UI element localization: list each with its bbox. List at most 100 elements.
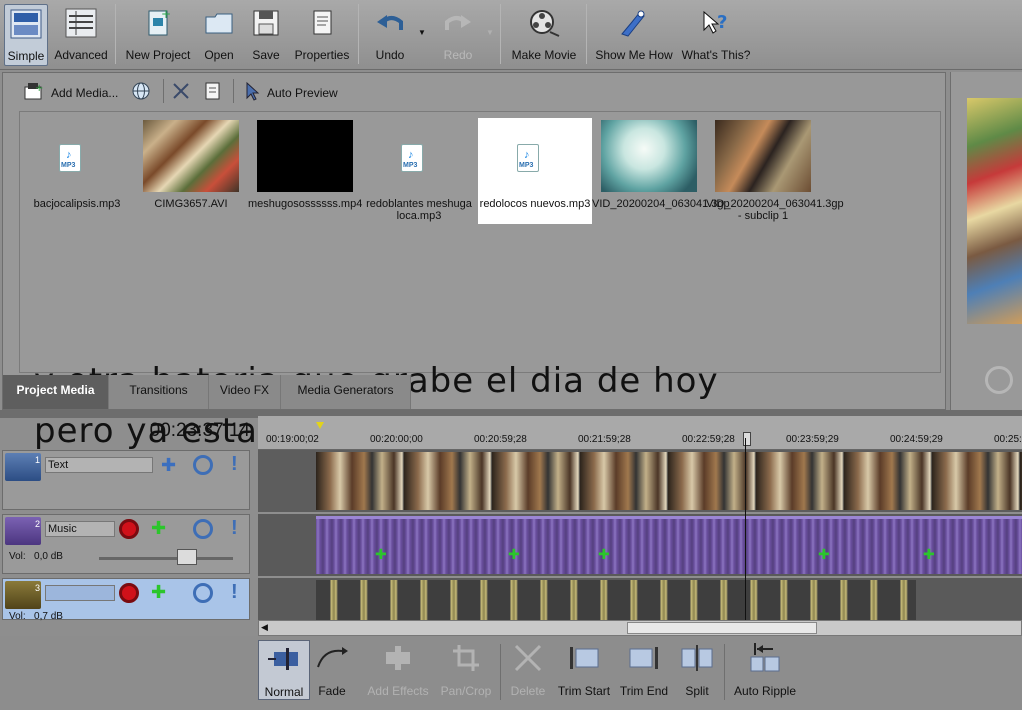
video-track-lane[interactable]: [258, 450, 1022, 512]
normal-mode-button[interactable]: Normal: [258, 640, 310, 700]
split-button[interactable]: Split: [676, 640, 718, 700]
media-tabs: Project Media Transitions Video FX Media…: [3, 375, 945, 409]
playhead-line: [745, 438, 746, 620]
mute-icon[interactable]: [193, 583, 213, 603]
trim-end-button[interactable]: Trim End: [618, 640, 670, 700]
media-item[interactable]: ♪ MP3 bacjocalipsis.mp3: [20, 118, 134, 224]
track-name-field[interactable]: [45, 585, 115, 601]
record-icon[interactable]: [119, 583, 139, 603]
media-item[interactable]: ♪ MP3 redoblantes meshuga loca.mp3: [362, 118, 476, 224]
redo-dropdown-chevron-icon[interactable]: ▼: [486, 28, 494, 37]
remove-media-button[interactable]: [171, 81, 191, 104]
music-track-lane[interactable]: ✚ ✚ ✚ ✚ ✚: [258, 514, 1022, 576]
mute-icon[interactable]: [193, 519, 213, 539]
scrollbar-thumb[interactable]: [627, 622, 817, 634]
clip-fx-icon[interactable]: ✚: [923, 546, 935, 563]
clip-fx-icon[interactable]: ✚: [508, 546, 520, 563]
toolbar-divider: [500, 4, 501, 64]
track-name-field[interactable]: Music: [45, 521, 115, 537]
media-item-name: bacjocalipsis.mp3: [33, 198, 121, 210]
media-item-selected[interactable]: ♪ MP3 redolocos nuevos.mp3: [478, 118, 592, 224]
pan-crop-button[interactable]: Pan/Crop: [438, 640, 494, 700]
tab-transitions[interactable]: Transitions: [109, 375, 209, 409]
track-name-field[interactable]: Text: [45, 457, 153, 473]
simple-view-button[interactable]: Simple: [4, 4, 48, 66]
scroll-left-icon[interactable]: ◀: [261, 622, 268, 633]
auto-ripple-button[interactable]: Auto Ripple: [732, 640, 798, 700]
advanced-view-button[interactable]: Advanced: [52, 4, 110, 66]
trim-start-button[interactable]: Trim Start: [556, 640, 612, 700]
make-movie-label: Make Movie: [511, 48, 577, 62]
ruler-tick-label: 00:19:00;02: [266, 434, 319, 445]
new-project-icon: +: [141, 6, 175, 40]
show-me-how-button[interactable]: Show Me How: [594, 4, 674, 66]
track-header-text[interactable]: 1 Text ✚ !: [2, 450, 250, 510]
delete-button[interactable]: Delete: [508, 640, 548, 700]
folder-open-icon: [202, 6, 236, 40]
media-item[interactable]: meshugosossssss.mp4: [248, 118, 362, 224]
undo-button[interactable]: Undo: [370, 4, 410, 66]
clip-fx-icon[interactable]: ✚: [598, 546, 610, 563]
solo-icon[interactable]: !: [231, 453, 238, 476]
tab-project-media[interactable]: Project Media: [3, 375, 109, 409]
track-fx-icon[interactable]: ✚: [151, 518, 166, 539]
media-item[interactable]: VID_20200204_063041.3gp: [592, 118, 730, 224]
add-media-button[interactable]: + Add Media...: [23, 81, 118, 104]
video-clip-strip[interactable]: [316, 452, 1022, 510]
track-header-3[interactable]: 3 ✚ ! Vol: 0,7 dB: [2, 578, 250, 622]
new-project-button[interactable]: + New Project: [124, 4, 192, 66]
tab-media-generators[interactable]: Media Generators: [281, 375, 411, 409]
new-project-label: New Project: [125, 48, 191, 62]
mp3-file-icon: ♪ MP3: [59, 144, 81, 172]
media-item[interactable]: VID_20200204_063041.3gp - subclip 1: [706, 118, 844, 224]
timeline-horizontal-scrollbar[interactable]: ◀: [258, 620, 1022, 636]
track-fx-icon[interactable]: ✚: [151, 582, 166, 603]
track-header-music[interactable]: 2 Music ✚ ! Vol: 0,0 dB: [2, 514, 250, 574]
whats-this-button[interactable]: ? What's This?: [682, 4, 750, 66]
media-bin[interactable]: ♪ MP3 bacjocalipsis.mp3 CIMG3657.AVI mesh…: [19, 111, 941, 451]
trim-start-icon: [564, 640, 604, 676]
fade-button[interactable]: Fade: [314, 640, 350, 700]
audio-clip-waveform[interactable]: [316, 580, 916, 620]
add-effects-icon: [378, 640, 418, 676]
save-label: Save: [252, 48, 280, 62]
tab-video-fx[interactable]: Video FX: [209, 375, 281, 409]
redo-button[interactable]: Redo: [438, 4, 478, 66]
solo-icon[interactable]: !: [231, 517, 238, 540]
whats-this-label: What's This?: [681, 48, 751, 62]
floppy-disk-icon: [249, 6, 283, 40]
track-motion-icon[interactable]: ✚: [161, 455, 176, 476]
volume-slider[interactable]: [99, 557, 233, 560]
timeline-ruler[interactable]: 00:19:00;02 00:20:00;00 00:20:59;28 00:2…: [258, 416, 1022, 450]
make-movie-button[interactable]: Make Movie: [508, 4, 580, 66]
volume-slider-thumb[interactable]: [177, 549, 197, 565]
loop-marker-icon[interactable]: [316, 422, 324, 429]
mute-icon[interactable]: [193, 455, 213, 475]
media-item-name: redolocos nuevos.mp3: [479, 198, 591, 210]
toolbar-divider: [115, 4, 116, 64]
media-item-name: CIMG3657.AVI: [154, 198, 228, 210]
open-label: Open: [204, 48, 234, 62]
media-item-name: VID_20200204_063041.3gp - subclip 1: [706, 198, 844, 222]
edit-toolbar: Normal Fade Add Effects Pan/Crop Delete …: [0, 636, 1022, 710]
properties-button[interactable]: Properties: [292, 4, 352, 66]
solo-icon[interactable]: !: [231, 581, 238, 604]
svg-text:+: +: [161, 8, 171, 21]
save-button[interactable]: Save: [248, 4, 284, 66]
clip-fx-icon[interactable]: ✚: [818, 546, 830, 563]
record-icon[interactable]: [119, 519, 139, 539]
media-web-button[interactable]: [131, 81, 151, 104]
project-media-panel: + Add Media... Auto Preview ♪ MP3 bacjoca…: [2, 72, 946, 451]
open-button[interactable]: Open: [198, 4, 240, 66]
delete-x-icon: [508, 640, 548, 676]
audio-clip-waveform[interactable]: [316, 516, 1022, 574]
preview-jog-dial-icon[interactable]: [985, 366, 1013, 394]
add-effects-button[interactable]: Add Effects: [366, 640, 430, 700]
auto-preview-toggle[interactable]: Auto Preview: [243, 81, 338, 104]
clip-fx-icon[interactable]: ✚: [375, 546, 387, 563]
undo-dropdown-chevron-icon[interactable]: ▼: [418, 28, 426, 37]
media-properties-button[interactable]: [203, 81, 223, 104]
audio-track-3-lane[interactable]: [258, 578, 1022, 620]
advanced-view-icon: [64, 6, 98, 40]
media-item[interactable]: CIMG3657.AVI: [134, 118, 248, 224]
